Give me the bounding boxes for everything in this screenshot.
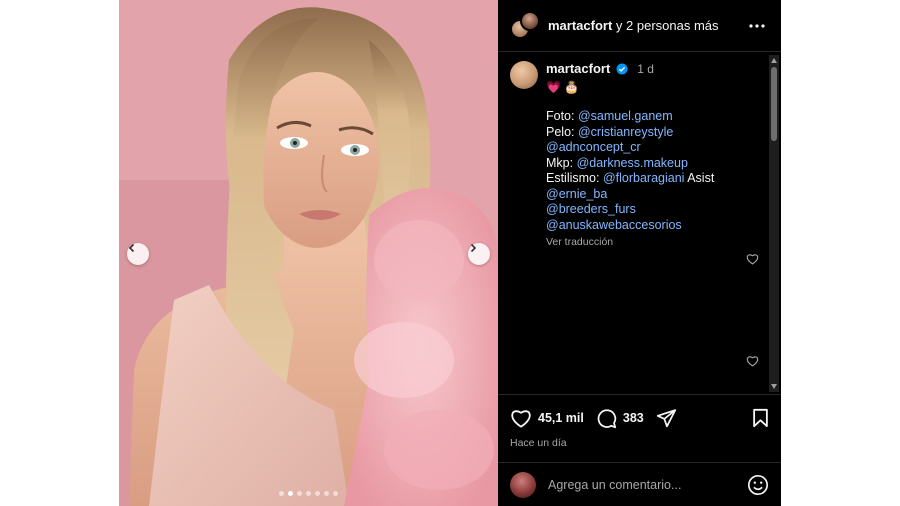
caption-line: Foto: @samuel.ganem bbox=[546, 109, 768, 125]
carousel-dot bbox=[279, 491, 284, 496]
mention-link[interactable]: @darkness.makeup bbox=[577, 156, 688, 170]
scroll-thumb[interactable] bbox=[771, 67, 777, 141]
more-options-button[interactable] bbox=[745, 14, 769, 38]
caption-label: Estilismo: bbox=[546, 171, 603, 185]
caption-label: Pelo: bbox=[546, 124, 578, 139]
mention-link[interactable]: @ernie_ba bbox=[546, 187, 607, 201]
avatar bbox=[510, 471, 536, 498]
collab-text[interactable]: y 2 personas más bbox=[616, 18, 719, 33]
post-actions: 45,1 mil 383 Hace un día bbox=[498, 394, 781, 449]
carousel-dot bbox=[333, 491, 338, 496]
like-button[interactable]: 45,1 mil bbox=[510, 408, 584, 428]
heart-icon bbox=[511, 410, 531, 428]
comments-scrollbar[interactable] bbox=[769, 55, 779, 392]
collab-avatars[interactable] bbox=[510, 10, 540, 41]
comments-section[interactable]: martacfort 1 d 💗 🎂 Foto: @samuel.ganem Pe… bbox=[498, 53, 781, 393]
caption-label: Foto: bbox=[546, 109, 578, 123]
scroll-up-arrow-icon[interactable] bbox=[771, 58, 777, 63]
mention-link[interactable]: @florbaragiani bbox=[603, 171, 684, 185]
carousel-indicator bbox=[119, 491, 498, 496]
add-comment-bar bbox=[498, 462, 781, 506]
caption-line: @breeders_furs @anuskawebaccesorios bbox=[546, 202, 768, 233]
mention-link[interactable]: @cristianreystyle bbox=[578, 125, 673, 139]
bookmark-icon bbox=[753, 408, 768, 428]
like-count[interactable]: 45,1 mil bbox=[538, 411, 584, 425]
avatar[interactable] bbox=[510, 61, 538, 89]
previous-slide-button[interactable] bbox=[127, 243, 149, 265]
post-date: Hace un día bbox=[510, 437, 567, 449]
comment-button[interactable]: 383 bbox=[596, 408, 644, 429]
post-photo bbox=[119, 0, 498, 506]
author-username[interactable]: martacfort bbox=[548, 18, 612, 33]
post-header: martacfort y 2 personas más bbox=[498, 0, 781, 52]
carousel-dot bbox=[288, 491, 293, 496]
caption-label: Mkp: bbox=[546, 155, 577, 170]
caption-body: martacfort 1 d 💗 🎂 Foto: @samuel.ganem Pe… bbox=[546, 61, 768, 251]
carousel-dot bbox=[297, 491, 302, 496]
verified-badge-icon bbox=[616, 63, 628, 75]
mention-link[interactable]: @breeders_furs bbox=[546, 202, 636, 216]
caption-line: @ernie_ba bbox=[546, 187, 768, 203]
caption-line: Estilismo: @florbaragiani Asist bbox=[546, 171, 768, 187]
carousel-dot bbox=[324, 491, 329, 496]
comment-icon bbox=[597, 408, 617, 428]
comment-count[interactable]: 383 bbox=[623, 411, 644, 425]
caption-suffix: Asist bbox=[684, 171, 715, 185]
share-button[interactable] bbox=[656, 408, 677, 428]
carousel-dot bbox=[306, 491, 311, 496]
post-author[interactable]: martacfort y 2 personas más bbox=[548, 18, 745, 33]
more-horizontal-icon bbox=[749, 23, 765, 28]
caption-credits: Foto: @samuel.ganem Pelo: @cristianreysty… bbox=[546, 109, 768, 233]
caption-username[interactable]: martacfort bbox=[546, 61, 610, 76]
scroll-down-arrow-icon[interactable] bbox=[771, 384, 777, 389]
post-media[interactable] bbox=[119, 0, 498, 506]
see-translation-link[interactable]: Ver traducción bbox=[546, 235, 768, 251]
instagram-post-modal: martacfort y 2 personas más martacfort 1… bbox=[119, 0, 781, 506]
action-bar: 45,1 mil 383 bbox=[510, 403, 769, 433]
caption-line: Mkp: @darkness.makeup bbox=[546, 156, 768, 172]
comment-input[interactable] bbox=[548, 477, 747, 492]
next-slide-button[interactable] bbox=[468, 243, 490, 265]
avatar bbox=[520, 10, 540, 31]
chevron-right-icon bbox=[470, 243, 477, 253]
caption-header: martacfort 1 d bbox=[546, 61, 768, 78]
caption-time: 1 d bbox=[637, 62, 654, 76]
like-comment-heart-icon[interactable] bbox=[746, 253, 759, 265]
caption-line: Pelo: @cristianreystyle @adnconcept_cr bbox=[546, 125, 768, 156]
like-comment-heart-icon[interactable] bbox=[746, 355, 759, 367]
mention-link[interactable]: @adnconcept_cr bbox=[546, 140, 641, 154]
emoji-icon[interactable] bbox=[747, 474, 769, 496]
post-side-panel: martacfort y 2 personas más martacfort 1… bbox=[498, 0, 781, 506]
carousel-dot bbox=[315, 491, 320, 496]
save-button[interactable] bbox=[752, 408, 769, 428]
chevron-left-icon bbox=[128, 243, 135, 253]
mention-link[interactable]: @samuel.ganem bbox=[578, 109, 673, 123]
caption: martacfort 1 d 💗 🎂 Foto: @samuel.ganem Pe… bbox=[498, 53, 781, 259]
mention-link[interactable]: @anuskawebaccesorios bbox=[546, 218, 682, 232]
caption-emojis: 💗 🎂 bbox=[546, 79, 580, 94]
send-icon bbox=[656, 409, 676, 428]
